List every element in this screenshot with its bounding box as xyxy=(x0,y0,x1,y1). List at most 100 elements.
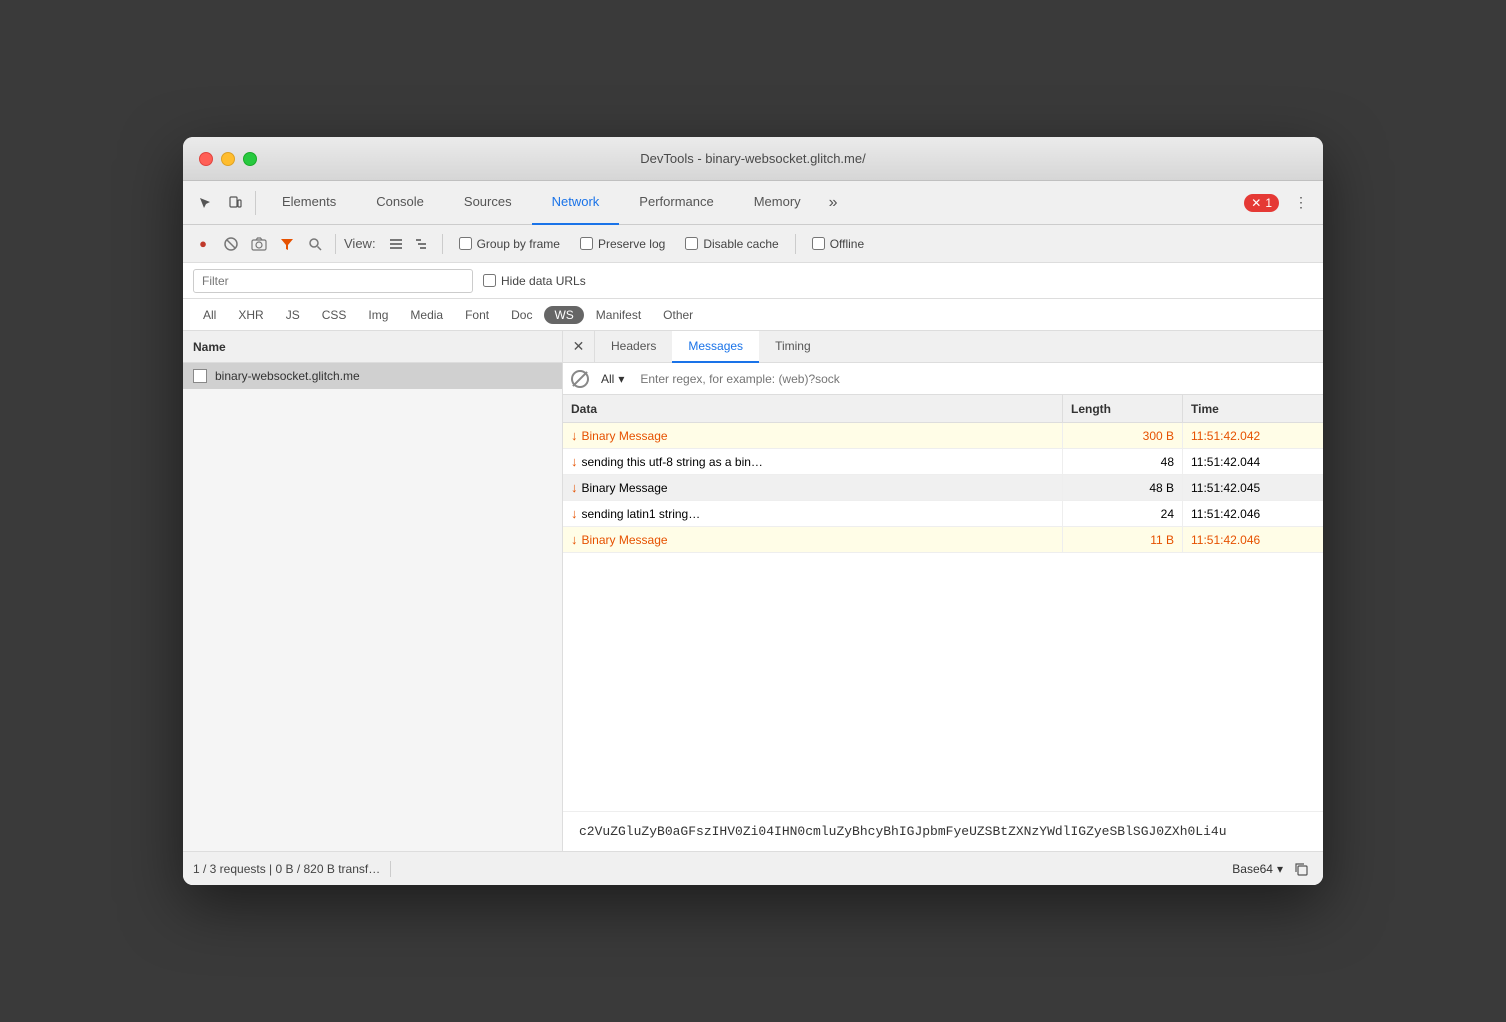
message-type-dropdown[interactable]: All ▾ xyxy=(597,370,628,388)
msg-data-cell: ↓ sending this utf-8 string as a bin… xyxy=(563,449,1063,474)
preserve-log-label[interactable]: Preserve log xyxy=(572,237,673,251)
filter-all[interactable]: All xyxy=(193,306,226,324)
binary-preview: c2VuZGluZyB0aGFszIHV0Zi04IHN0cmluZyBhcyB… xyxy=(563,811,1323,851)
filter-xhr[interactable]: XHR xyxy=(228,306,273,324)
table-header-row: Data Length Time xyxy=(563,395,1323,423)
record-button[interactable]: ● xyxy=(191,232,215,256)
device-icon[interactable] xyxy=(221,189,249,217)
msg-time-cell: 11:51:42.045 xyxy=(1183,475,1323,500)
maximize-button[interactable] xyxy=(243,152,257,166)
tab-console[interactable]: Console xyxy=(356,181,444,225)
nav-right: ✕ 1 ⋮ xyxy=(1244,189,1315,217)
disable-cache-checkbox[interactable] xyxy=(685,237,698,250)
msg-time-cell: 11:51:42.042 xyxy=(1183,423,1323,448)
settings-icon[interactable]: ⋮ xyxy=(1287,189,1315,217)
table-row[interactable]: ↓ Binary Message 11 B 11:51:42.046 xyxy=(563,527,1323,553)
error-badge: ✕ 1 xyxy=(1244,194,1279,212)
view-icons xyxy=(384,232,434,256)
tab-network[interactable]: Network xyxy=(532,181,620,225)
table-row[interactable]: ↓ sending latin1 string… 24 11:51:42.046 xyxy=(563,501,1323,527)
msg-time-cell: 11:51:42.046 xyxy=(1183,501,1323,526)
right-tabs: ✕ Headers Messages Timing xyxy=(563,331,1323,363)
msg-data-cell: ↓ Binary Message xyxy=(563,475,1063,500)
msg-length-cell: 24 xyxy=(1063,501,1183,526)
list-view-icon[interactable] xyxy=(384,232,408,256)
tab-timing[interactable]: Timing xyxy=(759,331,827,363)
network-toolbar: ● xyxy=(183,225,1323,263)
msg-data-cell: ↓ sending latin1 string… xyxy=(563,501,1063,526)
filter-media[interactable]: Media xyxy=(400,306,453,324)
group-by-frame-label[interactable]: Group by frame xyxy=(451,237,568,251)
filter-img[interactable]: Img xyxy=(358,306,398,324)
filter-js[interactable]: JS xyxy=(276,306,310,324)
disable-cache-label[interactable]: Disable cache xyxy=(677,237,786,251)
tab-performance[interactable]: Performance xyxy=(619,181,733,225)
waterfall-view-icon[interactable] xyxy=(410,232,434,256)
tab-memory[interactable]: Memory xyxy=(734,181,821,225)
header-length: Length xyxy=(1063,395,1183,422)
tab-headers[interactable]: Headers xyxy=(595,331,672,363)
hide-urls-checkbox[interactable] xyxy=(483,274,496,287)
toolbar-divider-4 xyxy=(795,234,796,254)
header-data: Data xyxy=(563,395,1063,422)
more-tabs-button[interactable]: » xyxy=(821,194,846,212)
filter-ws[interactable]: WS xyxy=(544,306,583,324)
encoding-selector: Base64 ▾ xyxy=(1232,857,1313,881)
filter-other[interactable]: Other xyxy=(653,306,703,324)
offline-label[interactable]: Offline xyxy=(804,237,872,251)
encoding-dropdown[interactable]: Base64 ▾ xyxy=(1232,862,1283,876)
filter-doc[interactable]: Doc xyxy=(501,306,542,324)
close-detail-button[interactable]: ✕ xyxy=(563,331,595,363)
filter-icon[interactable] xyxy=(275,232,299,256)
regex-input[interactable] xyxy=(636,372,1315,386)
msg-length-cell: 11 B xyxy=(1063,527,1183,552)
table-row[interactable]: ↓ sending this utf-8 string as a bin… 48… xyxy=(563,449,1323,475)
header-time: Time xyxy=(1183,395,1323,422)
right-panel: ✕ Headers Messages Timing All xyxy=(563,331,1323,851)
filter-manifest[interactable]: Manifest xyxy=(586,306,651,324)
cursor-icon[interactable] xyxy=(191,189,219,217)
msg-time-cell: 11:51:42.044 xyxy=(1183,449,1323,474)
clear-button[interactable] xyxy=(219,232,243,256)
traffic-lights xyxy=(199,152,257,166)
close-button[interactable] xyxy=(199,152,213,166)
filter-input[interactable] xyxy=(193,269,473,293)
toolbar-divider-1 xyxy=(255,191,256,215)
list-item[interactable]: binary-websocket.glitch.me xyxy=(183,363,562,389)
table-row[interactable]: ↓ Binary Message 48 B 11:51:42.045 xyxy=(563,475,1323,501)
devtools-window: DevTools - binary-websocket.glitch.me/ E… xyxy=(183,137,1323,885)
tab-elements[interactable]: Elements xyxy=(262,181,356,225)
copy-button[interactable] xyxy=(1289,857,1313,881)
filter-font[interactable]: Font xyxy=(455,306,499,324)
messages-filter: All ▾ xyxy=(563,363,1323,395)
nav-tabs: Elements Console Sources Network Perform… xyxy=(262,181,846,225)
msg-time-cell: 11:51:42.046 xyxy=(1183,527,1323,552)
camera-button[interactable] xyxy=(247,232,271,256)
request-icon xyxy=(193,369,207,383)
search-icon[interactable] xyxy=(303,232,327,256)
hide-urls-label[interactable]: Hide data URLs xyxy=(483,274,586,288)
toolbar-divider-3 xyxy=(442,234,443,254)
messages-table: Data Length Time ↓ Binary Messag xyxy=(563,395,1323,811)
chevron-down-icon: ▾ xyxy=(618,372,624,386)
msg-length-cell: 300 B xyxy=(1063,423,1183,448)
main-content: Name binary-websocket.glitch.me ✕ Header… xyxy=(183,331,1323,851)
msg-data-cell: ↓ Binary Message xyxy=(563,527,1063,552)
tab-messages[interactable]: Messages xyxy=(672,331,759,363)
window-title: DevTools - binary-websocket.glitch.me/ xyxy=(640,151,865,166)
minimize-button[interactable] xyxy=(221,152,235,166)
type-filters: All XHR JS CSS Img Media Font Doc WS Man… xyxy=(183,299,1323,331)
offline-checkbox[interactable] xyxy=(812,237,825,250)
filter-css[interactable]: CSS xyxy=(312,306,357,324)
down-arrow-icon: ↓ xyxy=(571,506,578,521)
msg-length-cell: 48 xyxy=(1063,449,1183,474)
status-bar: 1 / 3 requests | 0 B / 820 B transf… Bas… xyxy=(183,851,1323,885)
tab-sources[interactable]: Sources xyxy=(444,181,532,225)
chevron-down-icon: ▾ xyxy=(1277,862,1283,876)
preserve-log-checkbox[interactable] xyxy=(580,237,593,250)
view-label: View: xyxy=(344,236,376,251)
table-row[interactable]: ↓ Binary Message 300 B 11:51:42.042 xyxy=(563,423,1323,449)
down-arrow-icon: ↓ xyxy=(571,428,578,443)
group-by-frame-checkbox[interactable] xyxy=(459,237,472,250)
down-arrow-icon: ↓ xyxy=(571,532,578,547)
